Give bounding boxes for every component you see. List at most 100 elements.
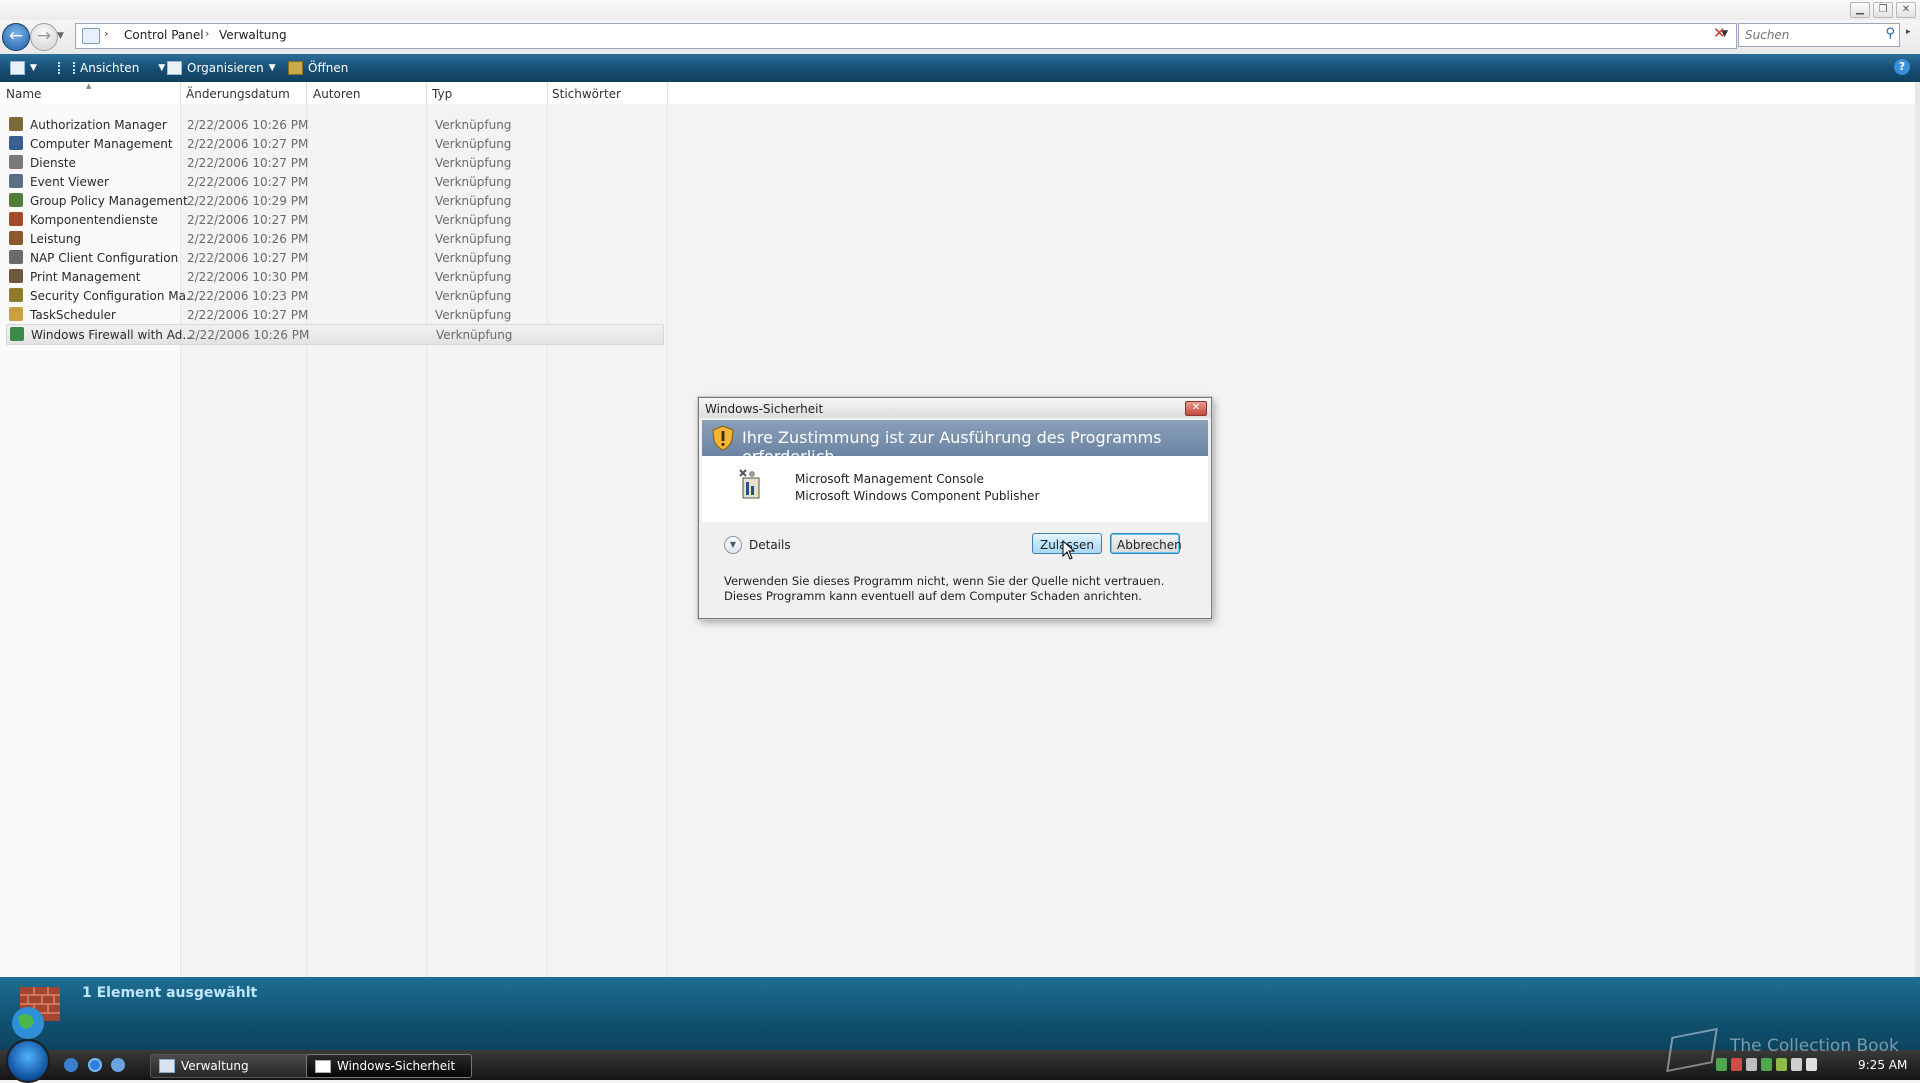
shield-icon[interactable]: [1776, 1058, 1787, 1071]
file-name: Leistung: [30, 232, 81, 246]
dialog-close-icon[interactable]: ✕: [1185, 401, 1207, 416]
views-label: Ansichten: [80, 61, 140, 75]
taskbar-label: Verwaltung: [181, 1059, 249, 1073]
file-row[interactable]: Event Viewer 2/22/2006 10:27 PM Verknüpfun…: [6, 172, 662, 191]
update-icon[interactable]: [1761, 1058, 1772, 1071]
file-row[interactable]: Group Policy Management 2/22/2006 10:29 P…: [6, 191, 662, 210]
firewall-icon: [12, 987, 60, 1039]
file-type: Verknüpfung: [435, 156, 512, 170]
file-name: Dienste: [30, 156, 76, 170]
file-row[interactable]: Security Configuration Ma... 2/22/2006 10…: [6, 286, 662, 305]
file-type: Verknüpfung: [436, 328, 513, 342]
show-desktop-icon[interactable]: [64, 1058, 78, 1072]
warning-shield-icon: [712, 425, 734, 451]
column-header-tags[interactable]: Stichwörter: [552, 87, 621, 101]
search-input[interactable]: [1743, 27, 1877, 43]
breadcrumb-separator-icon[interactable]: ›: [104, 27, 108, 40]
file-row[interactable]: Komponentendienste 2/22/2006 10:27 PM Verk…: [6, 210, 662, 229]
dialog-titlebar: Windows-Sicherheit ✕: [699, 398, 1211, 418]
address-bar[interactable]: › Control Panel › Verwaltung ▼: [75, 23, 1737, 49]
file-type: Verknüpfung: [435, 251, 512, 265]
layout-menu-button[interactable]: ▼: [10, 59, 37, 77]
sync-icon[interactable]: [1716, 1058, 1727, 1071]
file-row[interactable]: Leistung 2/22/2006 10:26 PM Verknüpfung: [6, 229, 662, 248]
file-name: Windows Firewall with Ad...: [31, 328, 194, 342]
search-options-icon[interactable]: ▸: [1906, 27, 1911, 37]
stop-icon[interactable]: ✕: [1713, 24, 1726, 42]
nap-client-icon: [9, 250, 23, 264]
breadcrumb-verwaltung[interactable]: Verwaltung: [219, 28, 287, 42]
consent-banner: Ihre Zustimmung ist zur Ausführung des P…: [702, 420, 1208, 466]
views-button[interactable]: Ansichten ▼: [58, 59, 165, 77]
cancel-button[interactable]: Abbrechen: [1110, 533, 1182, 554]
open-button[interactable]: Öffnen: [288, 59, 348, 77]
file-row[interactable]: Windows Firewall with Ad... 2/22/2006 10:…: [6, 324, 664, 345]
column-divider[interactable]: [667, 82, 668, 104]
scrollbar[interactable]: [1915, 82, 1920, 977]
column-header-authors[interactable]: Autoren: [313, 87, 361, 101]
services-icon: [9, 155, 23, 169]
column-divider[interactable]: [306, 82, 307, 104]
sort-ascending-icon: ▲: [86, 82, 92, 90]
breadcrumb-control-panel[interactable]: Control Panel: [124, 28, 204, 42]
organize-button[interactable]: Organisieren ▼: [167, 59, 276, 77]
maximize-icon[interactable]: ❐: [1873, 2, 1893, 18]
task-scheduler-icon: [9, 307, 23, 321]
details-pane: 1 Element ausgewählt: [0, 977, 1920, 1050]
file-row[interactable]: Authorization Manager 2/22/2006 10:26 PM V…: [6, 115, 662, 134]
network-icon[interactable]: [1791, 1058, 1802, 1071]
file-date: 2/22/2006 10:29 PM: [187, 194, 309, 208]
back-button[interactable]: ←: [2, 23, 30, 51]
clock[interactable]: 9:25 AM: [1858, 1058, 1907, 1072]
file-row[interactable]: Dienste 2/22/2006 10:27 PM Verknüpfung: [6, 153, 662, 172]
internet-explorer-icon[interactable]: [88, 1058, 102, 1072]
details-expand-icon[interactable]: ▼: [724, 536, 742, 554]
start-button[interactable]: [6, 1039, 50, 1083]
column-divider[interactable]: [426, 82, 427, 104]
selection-status: 1 Element ausgewählt: [82, 985, 258, 1001]
security-dialog: Windows-Sicherheit ✕ Ihre Zustimmung ist…: [698, 397, 1212, 619]
chevron-down-icon: ▼: [30, 63, 37, 73]
recent-pages-dropdown-icon[interactable]: ▼: [57, 31, 64, 41]
taskbar-button-verwaltung[interactable]: Verwaltung: [150, 1054, 310, 1078]
file-row[interactable]: NAP Client Configuration 2/22/2006 10:27 …: [6, 248, 662, 267]
chevron-down-icon: ▼: [158, 63, 166, 73]
file-name: Komponentendienste: [30, 213, 158, 227]
file-row[interactable]: TaskScheduler 2/22/2006 10:27 PM Verknüpfu…: [6, 305, 662, 324]
print-management-icon: [9, 269, 23, 283]
close-icon[interactable]: ✕: [1896, 2, 1916, 18]
file-name: NAP Client Configuration: [30, 251, 179, 265]
forward-button[interactable]: →: [30, 23, 58, 51]
details-toggle-label[interactable]: Details: [749, 538, 791, 552]
file-date: 2/22/2006 10:26 PM: [187, 118, 309, 132]
firewall-icon: [10, 327, 24, 341]
volume-icon[interactable]: [1806, 1058, 1817, 1071]
switch-windows-icon[interactable]: [111, 1058, 125, 1072]
file-row[interactable]: Print Management 2/22/2006 10:30 PM Verknü…: [6, 267, 662, 286]
file-type: Verknüpfung: [435, 213, 512, 227]
file-name: Authorization Manager: [30, 118, 167, 132]
column-header-name[interactable]: Name: [6, 87, 41, 101]
column-header-date[interactable]: Änderungsdatum: [186, 87, 290, 101]
minimize-icon[interactable]: ▁: [1850, 2, 1870, 18]
file-type: Verknüpfung: [435, 270, 512, 284]
file-row[interactable]: Computer Management 2/22/2006 10:27 PM Ver…: [6, 134, 662, 153]
event-viewer-icon: [9, 174, 23, 188]
program-publisher: Microsoft Windows Component Publisher: [795, 489, 1040, 503]
views-icon: [58, 62, 75, 74]
usb-icon[interactable]: [1746, 1058, 1757, 1071]
taskbar-button-windows-sicherheit[interactable]: Windows-Sicherheit: [306, 1054, 472, 1078]
search-icon[interactable]: ⚲: [1885, 26, 1895, 41]
search-box[interactable]: ⚲: [1738, 23, 1900, 47]
watermark-text: The Collection Book: [1730, 1036, 1899, 1056]
column-header-row: ▲ Name Änderungsdatum Autoren Typ Stichw…: [0, 82, 1915, 105]
help-icon[interactable]: ?: [1894, 59, 1910, 75]
column-divider[interactable]: [547, 82, 548, 104]
file-date: 2/22/2006 10:30 PM: [187, 270, 309, 284]
column-header-type[interactable]: Typ: [432, 87, 452, 101]
security-alert-icon[interactable]: [1731, 1058, 1742, 1071]
file-date: 2/22/2006 10:27 PM: [187, 251, 309, 265]
program-name: Microsoft Management Console: [795, 472, 984, 486]
column-divider[interactable]: [180, 82, 181, 104]
breadcrumb-separator-icon[interactable]: ›: [205, 27, 209, 40]
